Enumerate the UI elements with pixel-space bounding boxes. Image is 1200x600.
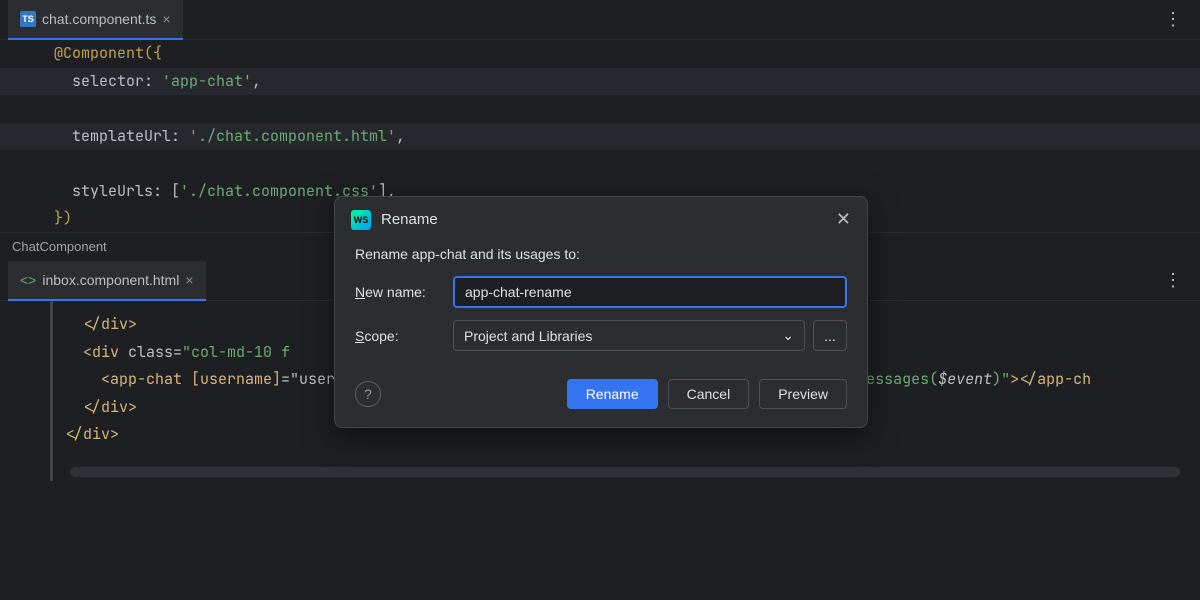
horizontal-scrollbar[interactable] [70,467,1180,477]
close-icon[interactable]: ✕ [836,209,851,230]
cancel-button[interactable]: Cancel [668,379,750,409]
tab-chat-component-ts[interactable]: TS chat.component.ts × [8,0,183,40]
html-file-icon: <> [20,272,36,288]
scope-label: Scope: [355,328,441,344]
new-name-label: New name: [355,284,441,300]
preview-button[interactable]: Preview [759,379,847,409]
scope-value: Project and Libraries [464,328,592,344]
dialog-description: Rename app-chat and its usages to: [355,246,847,262]
more-vertical-icon[interactable]: ⋮ [1154,9,1192,30]
chevron-down-icon: ⌄ [782,327,794,344]
scope-more-button[interactable]: ... [813,320,847,351]
rename-button[interactable]: Rename [567,379,658,409]
dialog-title: Rename [381,211,438,228]
tab-inbox-component-html[interactable]: <> inbox.component.html × [8,261,206,301]
dialog-header: WS Rename ✕ [335,197,867,236]
tab-label: chat.component.ts [42,11,156,27]
rename-dialog: WS Rename ✕ Rename app-chat and its usag… [334,196,868,428]
new-name-input[interactable] [453,276,847,308]
close-icon[interactable]: × [185,272,193,288]
close-icon[interactable]: × [162,11,170,27]
scope-select[interactable]: Project and Libraries ⌄ [453,320,805,351]
help-button[interactable]: ? [355,381,381,407]
more-vertical-icon[interactable]: ⋮ [1154,270,1192,291]
tab-label: inbox.component.html [42,272,179,288]
typescript-file-icon: TS [20,11,36,27]
editor-tab-bar-top: TS chat.component.ts × ⋮ [0,0,1200,40]
webstorm-icon: WS [351,210,371,230]
